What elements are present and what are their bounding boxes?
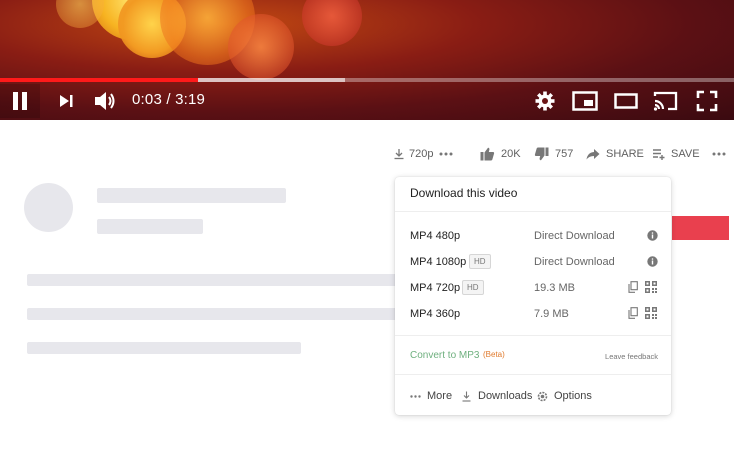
more-label: More	[427, 390, 453, 402]
leave-feedback-link[interactable]: Leave feedback	[605, 352, 658, 361]
options-gear-icon	[537, 391, 548, 401]
played-progress	[0, 78, 199, 82]
miniplayer-button[interactable]	[571, 89, 599, 113]
options-label: Options	[554, 390, 592, 402]
more-button[interactable]: More	[410, 390, 452, 402]
progress-bar[interactable]	[0, 78, 734, 82]
cast-button[interactable]	[652, 88, 680, 114]
qr-code-icon[interactable]	[645, 307, 657, 319]
description-line-placeholder	[27, 308, 407, 320]
share-label: SHARE	[606, 148, 644, 160]
share-button[interactable]: SHARE	[586, 146, 644, 162]
theater-icon	[614, 93, 638, 109]
qr-code-icon[interactable]	[645, 281, 657, 293]
overflow-menu-icon[interactable]	[712, 146, 726, 162]
next-button[interactable]	[54, 90, 78, 112]
info-icon[interactable]	[647, 256, 658, 267]
quality-download-button[interactable]: 720p	[393, 146, 433, 162]
fullscreen-button[interactable]	[694, 88, 720, 114]
quality-label: 720p	[409, 148, 434, 160]
bokeh-light	[302, 0, 362, 46]
bokeh-light	[228, 14, 294, 80]
miniplayer-icon	[572, 91, 598, 111]
more-options-icon[interactable]	[439, 146, 453, 162]
volume-icon	[95, 92, 115, 110]
copy-icon[interactable]	[628, 307, 638, 319]
gear-icon	[535, 91, 555, 111]
description-line-placeholder	[27, 342, 301, 354]
playlist-add-icon	[653, 149, 665, 160]
save-label: SAVE	[671, 148, 700, 160]
volume-button[interactable]	[92, 88, 118, 114]
divider	[395, 374, 671, 375]
download-row-mp4-360p[interactable]: MP4 360p 7.9 MB	[395, 301, 671, 327]
download-icon	[462, 391, 471, 402]
format-label: MP4 1080p	[410, 256, 467, 268]
subscribe-button[interactable]	[672, 216, 729, 240]
direct-download-link[interactable]: Direct Download	[534, 256, 615, 268]
cast-icon	[653, 91, 678, 111]
video-player[interactable]: 0:03 / 3:19	[0, 0, 734, 120]
downloads-label: Downloads	[478, 390, 533, 402]
info-icon[interactable]	[647, 230, 658, 241]
file-size: 7.9 MB	[534, 308, 569, 320]
theater-mode-button[interactable]	[612, 89, 640, 113]
download-popup: Download this video MP4 480p Direct Down…	[395, 177, 671, 415]
channel-name-placeholder	[97, 188, 286, 203]
like-button[interactable]: 20K	[480, 146, 521, 162]
thumbs-down-icon	[534, 147, 549, 161]
hd-badge: HD	[462, 280, 484, 295]
direct-download-link[interactable]: Direct Download	[534, 230, 615, 242]
pause-button[interactable]	[0, 84, 40, 118]
more-dots-icon	[410, 394, 421, 398]
popup-title: Download this video	[410, 186, 518, 200]
download-row-mp4-1080p[interactable]: MP4 1080p HD Direct Download	[395, 249, 671, 275]
downloads-button[interactable]: Downloads	[462, 390, 532, 402]
dislike-button[interactable]: 757	[534, 146, 573, 162]
hd-badge: HD	[469, 254, 491, 269]
beta-badge: (Beta)	[483, 350, 505, 359]
description-line-placeholder	[27, 274, 407, 286]
file-size: 19.3 MB	[534, 282, 575, 294]
format-label: MP4 480p	[410, 230, 461, 242]
skip-next-icon	[60, 95, 73, 107]
pause-icon	[13, 92, 27, 110]
settings-button[interactable]	[533, 90, 557, 112]
bokeh-light	[56, 0, 104, 28]
download-row-mp4-720p[interactable]: MP4 720p HD 19.3 MB	[395, 275, 671, 301]
fullscreen-icon	[696, 90, 718, 112]
dislike-count: 757	[555, 148, 574, 160]
like-count: 20K	[501, 148, 521, 160]
subscriber-count-placeholder	[97, 219, 203, 234]
convert-to-mp3-link[interactable]: Convert to MP3	[410, 350, 479, 361]
divider	[395, 335, 671, 336]
time-display: 0:03 / 3:19	[132, 91, 206, 108]
copy-icon[interactable]	[628, 281, 638, 293]
divider	[395, 211, 671, 212]
avatar-placeholder	[24, 183, 73, 232]
format-label: MP4 720p	[410, 282, 461, 294]
thumbs-up-icon	[480, 147, 495, 161]
format-label: MP4 360p	[410, 308, 461, 320]
share-icon	[586, 149, 600, 160]
options-button[interactable]: Options	[537, 390, 592, 402]
download-row-mp4-480p[interactable]: MP4 480p Direct Download	[395, 223, 671, 249]
download-icon	[394, 149, 404, 160]
save-button[interactable]: SAVE	[652, 146, 700, 162]
